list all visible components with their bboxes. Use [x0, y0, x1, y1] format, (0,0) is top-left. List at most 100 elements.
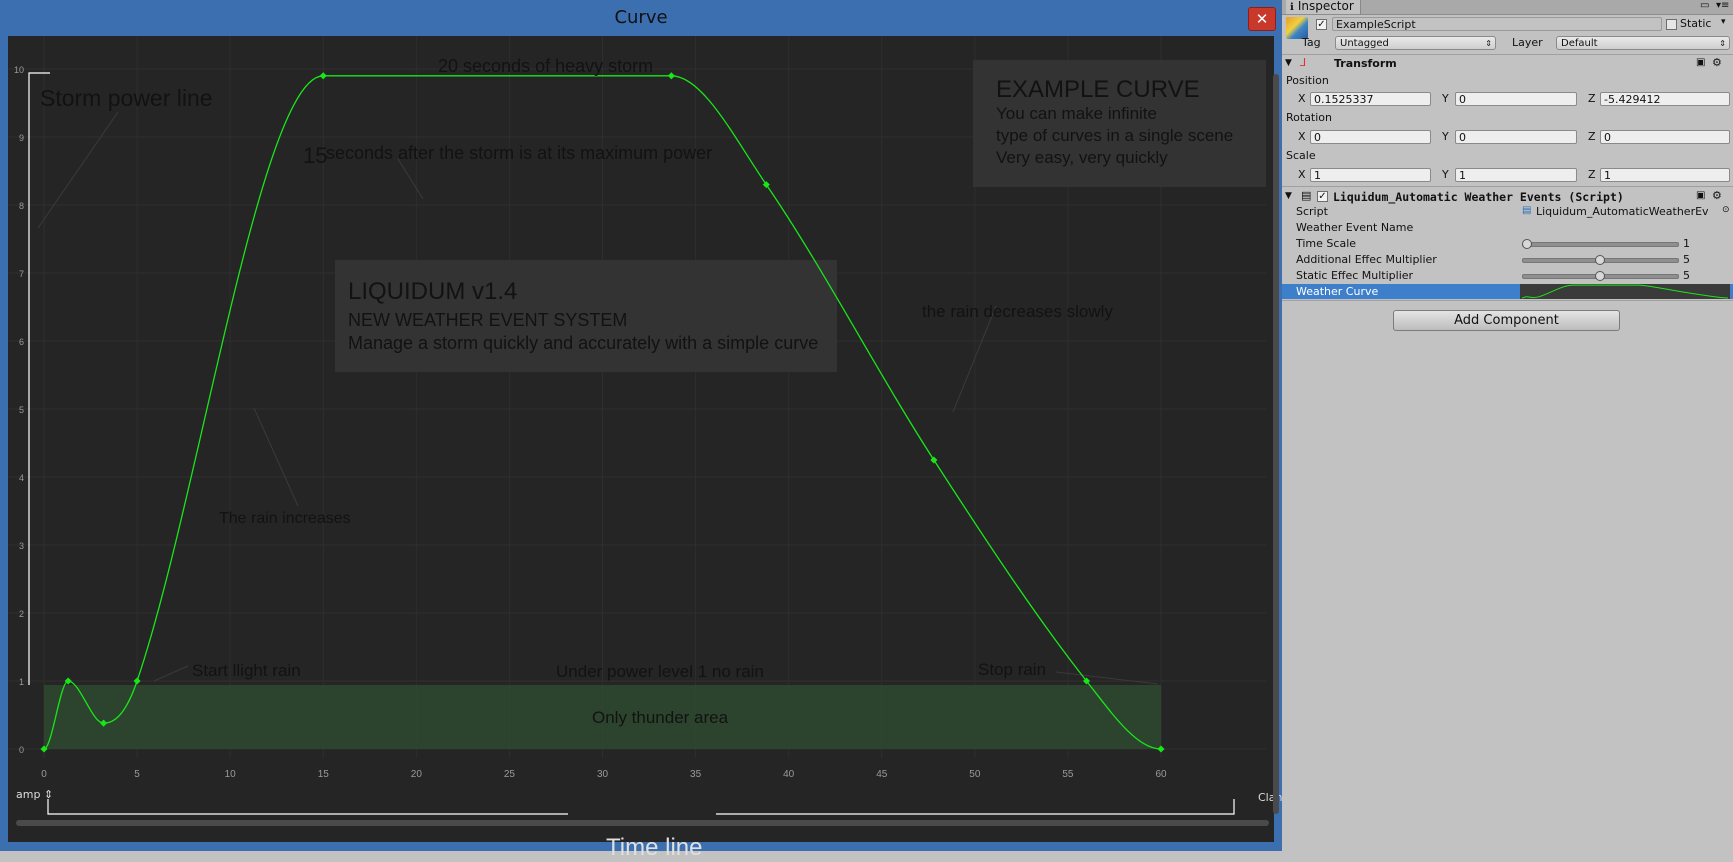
position-x-field[interactable]: 0.1525337 — [1310, 92, 1431, 106]
x-tick-label: 20 — [411, 769, 423, 780]
x-tick-label: 0 — [41, 769, 47, 780]
x-tick-label: 10 — [225, 769, 237, 780]
x-tick-label: 50 — [969, 769, 981, 780]
static-effec-value[interactable]: 5 — [1683, 269, 1690, 283]
static-label: Static — [1680, 17, 1712, 30]
static-checkbox[interactable] — [1666, 19, 1677, 30]
layer-dropdown[interactable]: Default ⇕ — [1556, 36, 1730, 50]
pre-wrap-mode-dropdown[interactable]: amp ⇕ — [16, 788, 53, 801]
x-tick-label: 45 — [876, 769, 888, 780]
lock-icon[interactable]: ▭ — [1700, 0, 1709, 11]
help-icon[interactable]: ▣ — [1696, 57, 1705, 68]
x-axis-ticks: 0 5 10 15 20 25 30 35 40 45 50 55 60 — [41, 769, 1167, 780]
y-tick-label: 8 — [19, 201, 24, 211]
rotation-x-field[interactable]: 0 — [1310, 130, 1431, 144]
transform-header[interactable]: ▼ ⅃ Transform ▣ ⚙ — [1282, 54, 1733, 73]
x-tick-label: 15 — [318, 769, 330, 780]
time-scale-slider-track[interactable] — [1522, 242, 1679, 247]
tag-dropdown[interactable]: Untagged ⇕ — [1335, 36, 1496, 50]
curve-canvas[interactable]: 0 1 2 3 4 5 6 7 8 9 10 0 5 10 15 20 25 30 35 40 45 50 55 60 St… — [8, 36, 1282, 861]
weather-curve-preview-line — [1521, 284, 1729, 299]
inspector-tab-bar: ℹ Inspector ▭ ▾≡ — [1282, 0, 1733, 15]
foldout-arrow-icon[interactable]: ▼ — [1285, 58, 1292, 68]
add-component-button[interactable]: Add Component — [1393, 310, 1620, 331]
x-tick-label: 60 — [1155, 769, 1167, 780]
power-axis-bracket — [28, 72, 50, 685]
position-x-label: X — [1298, 92, 1306, 105]
additional-effec-multiplier-label: Additional Effec Multiplier — [1296, 253, 1437, 266]
scale-x-field[interactable]: 1 — [1310, 168, 1431, 182]
curve-keyframe[interactable] — [133, 677, 141, 685]
y-axis-ticks: 0 1 2 3 4 5 6 7 8 9 10 — [14, 65, 24, 755]
x-tick-label: 25 — [504, 769, 516, 780]
help-icon[interactable]: ▣ — [1696, 190, 1705, 201]
after-max-label: seconds after the storm is at its maximu… — [326, 143, 712, 163]
foldout-arrow-icon[interactable]: ▼ — [1285, 191, 1292, 201]
y-tick-label: 4 — [19, 473, 24, 483]
time-scale-value[interactable]: 1 — [1683, 237, 1690, 251]
example-curve-line1: You can make infinite — [996, 104, 1157, 123]
annotation-pointers — [37, 111, 1159, 685]
time-scale-slider-thumb[interactable] — [1522, 239, 1532, 249]
storm-power-line-label: Storm power line — [40, 85, 213, 111]
script-component-header[interactable]: ▼ ▤ ✓ Liquidum_Automatic Weather Events … — [1282, 186, 1733, 205]
x-tick-label: 55 — [1062, 769, 1074, 780]
tab-inspector[interactable]: ℹ Inspector — [1286, 0, 1361, 14]
x-tick-label: 35 — [690, 769, 702, 780]
position-z-field[interactable]: -5.429412 — [1600, 92, 1730, 106]
object-picker-icon[interactable]: ⊙ — [1722, 205, 1730, 215]
under-power-label: Under power level 1 no rain — [556, 662, 764, 681]
position-y-field[interactable]: 0 — [1455, 92, 1577, 106]
scale-z-label: Z — [1588, 168, 1596, 181]
script-label: Script — [1296, 205, 1328, 218]
example-curve-line3: Very easy, very quickly — [996, 148, 1168, 167]
timeline-bracket-left — [47, 799, 568, 815]
curve-keyframe[interactable] — [319, 72, 327, 80]
rotation-z-label: Z — [1588, 130, 1596, 143]
start-light-rain-label: Start llight rain — [192, 661, 301, 680]
rotation-label: Rotation — [1286, 111, 1333, 124]
rotation-y-field[interactable]: 0 — [1455, 130, 1577, 144]
tag-label: Tag — [1302, 36, 1321, 49]
static-effec-multiplier-label: Static Effec Multiplier — [1296, 269, 1414, 282]
transform-title: Transform — [1334, 57, 1397, 70]
curve-chart[interactable]: 012345678910 0 5 10 15 20 25 30 35 40 45 50 55 60 St… — [8, 36, 1274, 842]
time-scale-label: Time Scale — [1296, 237, 1357, 250]
heavy-storm-label: 20 seconds of heavy storm — [438, 56, 653, 76]
curve-keyframe[interactable] — [667, 72, 675, 80]
script-component-title: Liquidum_Automatic Weather Events (Scrip… — [1333, 190, 1624, 204]
after-max-number: 15 — [303, 143, 327, 168]
curve-keyframe[interactable] — [930, 456, 938, 464]
static-dropdown-icon[interactable]: ▾ — [1721, 17, 1726, 27]
object-name-field[interactable]: ExampleScript — [1332, 17, 1662, 31]
liquidum-description: Manage a storm quickly and accurately wi… — [348, 333, 818, 353]
vertical-scrollbar[interactable] — [1273, 74, 1279, 814]
x-tick-label: 30 — [597, 769, 609, 780]
gear-icon[interactable]: ⚙ — [1712, 189, 1722, 202]
script-file-icon: ▤ — [1522, 205, 1532, 216]
active-checkbox[interactable]: ✓ — [1316, 19, 1327, 30]
component-enabled-checkbox[interactable]: ✓ — [1317, 191, 1328, 202]
scale-x-label: X — [1298, 168, 1306, 181]
close-button[interactable]: ✕ — [1248, 7, 1276, 31]
y-tick-label: 7 — [19, 269, 24, 279]
position-label: Position — [1286, 74, 1329, 87]
scale-y-field[interactable]: 1 — [1455, 168, 1577, 182]
liquidum-subtitle: NEW WEATHER EVENT SYSTEM — [348, 310, 627, 330]
inspector-panel: ℹ Inspector ▭ ▾≡ ✓ ExampleScript Static ▾… — [1282, 0, 1733, 851]
additional-effec-value[interactable]: 5 — [1683, 253, 1690, 267]
gear-icon[interactable]: ⚙ — [1712, 56, 1722, 69]
static-effec-slider-thumb[interactable] — [1594, 271, 1605, 281]
y-tick-label: 5 — [19, 405, 24, 415]
window-title: Curve — [614, 7, 668, 28]
rotation-z-field[interactable]: 0 — [1600, 130, 1730, 144]
scale-z-field[interactable]: 1 — [1600, 168, 1730, 182]
weather-curve-row[interactable]: Weather Curve — [1282, 284, 1733, 299]
horizontal-scrollbar[interactable] — [16, 820, 1269, 826]
transform-icon: ⅃ — [1300, 56, 1307, 69]
y-tick-label: 3 — [19, 541, 24, 551]
script-reference-field[interactable]: Liquidum_AutomaticWeatherEv — [1536, 205, 1716, 219]
additional-effec-slider-thumb[interactable] — [1594, 255, 1605, 265]
menu-icon[interactable]: ▾≡ — [1716, 0, 1729, 11]
weather-curve-preview[interactable] — [1520, 284, 1730, 299]
